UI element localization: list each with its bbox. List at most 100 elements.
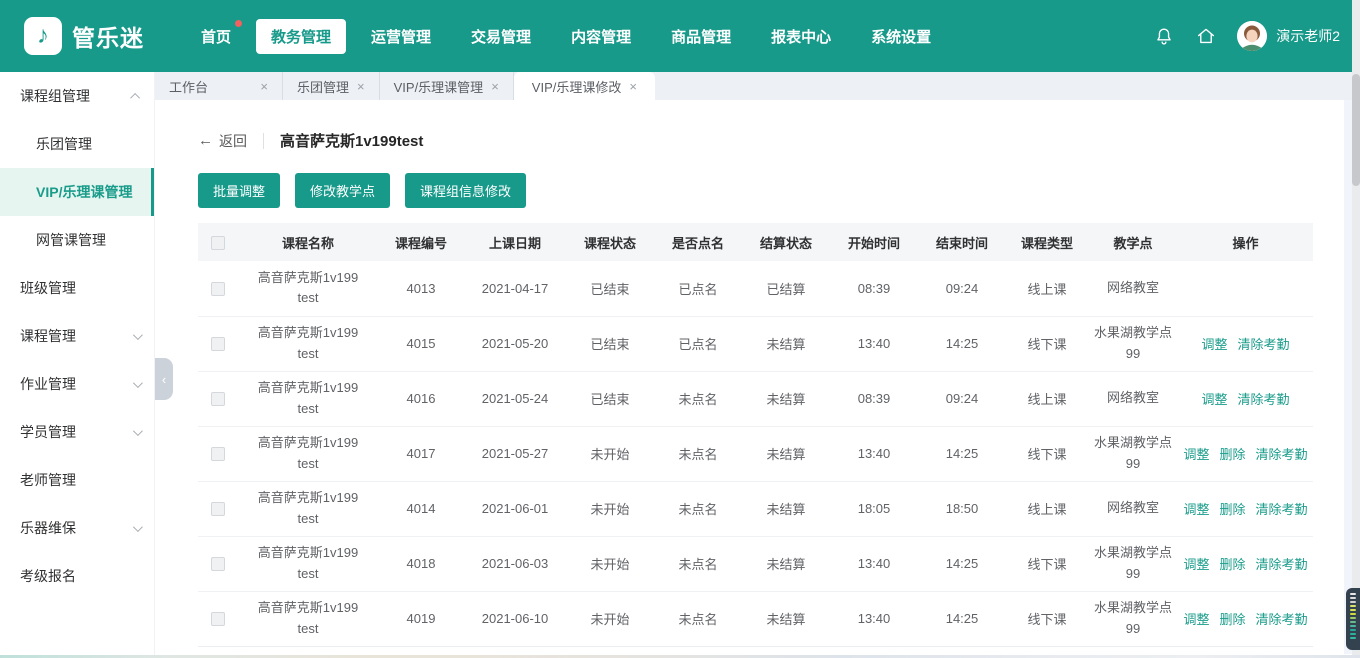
- action-clear-attendance-link[interactable]: 清除考勤: [1256, 447, 1308, 462]
- action-adjust-link[interactable]: 调整: [1183, 447, 1209, 462]
- cell-settlement: 未结算: [742, 536, 830, 592]
- row-checkbox[interactable]: [211, 447, 225, 462]
- nav-item-label: 首页: [201, 28, 232, 46]
- action-adjust-link[interactable]: 调整: [1183, 557, 1209, 572]
- nav-item-reports[interactable]: 报表中心: [756, 19, 846, 54]
- sidebar-item-instrument-maintenance[interactable]: 乐器维保: [0, 504, 154, 552]
- edit-course-group-info-button[interactable]: 课程组信息修改: [405, 173, 527, 208]
- main-content: 返回 高音萨克斯1v199test 批量调整 修改教学点 课程组信息修改 课程名…: [155, 100, 1360, 658]
- cell-course-status: 已结束: [566, 261, 654, 317]
- cell-attendance: 未点名: [654, 536, 742, 592]
- tab-orchestra[interactable]: 乐团管理: [283, 72, 380, 100]
- nav-item-content[interactable]: 内容管理: [556, 19, 646, 54]
- action-clear-attendance-link[interactable]: 清除考勤: [1256, 612, 1308, 627]
- close-icon[interactable]: [357, 79, 365, 94]
- tab-vip-theory-edit[interactable]: VIP/乐理课修改: [513, 72, 655, 100]
- col-course-code: 课程编号: [378, 223, 464, 261]
- row-checkbox[interactable]: [211, 282, 225, 297]
- cell-end-time: 14:25: [918, 426, 1006, 482]
- col-class-date: 上课日期: [464, 223, 566, 261]
- sidebar-collapse-handle[interactable]: ‹: [155, 358, 173, 400]
- cell-course-name: 高音萨克斯1v199test: [257, 600, 359, 636]
- sidebar-item-courses[interactable]: 课程管理: [0, 312, 154, 360]
- col-course-status: 课程状态: [566, 223, 654, 261]
- cell-course-code: 4014: [378, 481, 464, 537]
- nav-item-operations[interactable]: 运营管理: [356, 19, 446, 54]
- cell-course-code: 4019: [378, 591, 464, 647]
- sidebar-item-homework[interactable]: 作业管理: [0, 360, 154, 408]
- tab-vip-theory[interactable]: VIP/乐理课管理: [380, 72, 514, 100]
- sidebar-item-exam-signup[interactable]: 考级报名: [0, 552, 154, 600]
- cell-start-time: 13:40: [830, 536, 918, 592]
- nav-item-products[interactable]: 商品管理: [656, 19, 746, 54]
- col-settlement: 结算状态: [742, 223, 830, 261]
- action-clear-attendance-link[interactable]: 清除考勤: [1256, 502, 1308, 517]
- user-menu[interactable]: 演示老师2: [1237, 21, 1340, 51]
- row-checkbox[interactable]: [211, 557, 225, 572]
- home-icon[interactable]: [1195, 25, 1217, 47]
- close-icon[interactable]: [629, 79, 637, 94]
- close-icon[interactable]: [491, 79, 499, 94]
- action-delete-link[interactable]: 删除: [1219, 557, 1245, 572]
- edit-teaching-point-button[interactable]: 修改教学点: [295, 173, 391, 208]
- nav-item-settings[interactable]: 系统设置: [856, 19, 946, 54]
- sidebar-item-teachers[interactable]: 老师管理: [0, 456, 154, 504]
- action-delete-link[interactable]: 删除: [1219, 612, 1245, 627]
- nav-item-home[interactable]: 首页: [186, 19, 246, 54]
- cell-course-status: 未开始: [566, 536, 654, 592]
- row-checkbox[interactable]: [211, 502, 225, 517]
- action-adjust-link[interactable]: 调整: [1201, 392, 1227, 407]
- page-title: 高音萨克斯1v199test: [280, 133, 424, 150]
- back-label: 返回: [219, 132, 247, 149]
- page-scrollbar-thumb[interactable]: [1352, 74, 1360, 186]
- sidebar: 课程组管理 乐团管理 VIP/乐理课管理 网管课管理 班级管理 课程管理 作业管…: [0, 72, 155, 658]
- row-checkbox[interactable]: [211, 392, 225, 407]
- cell-course-status: 未开始: [566, 591, 654, 647]
- action-delete-link[interactable]: 删除: [1219, 447, 1245, 462]
- action-clear-attendance-link[interactable]: 清除考勤: [1238, 392, 1290, 407]
- cell-end-time: 18:50: [918, 481, 1006, 537]
- tab-workbench[interactable]: 工作台: [155, 72, 283, 100]
- cell-course-type: 线下课: [1006, 426, 1088, 482]
- col-attendance: 是否点名: [654, 223, 742, 261]
- col-course-name: 课程名称: [238, 223, 378, 261]
- cell-end-time: 14:25: [918, 536, 1006, 592]
- action-adjust-link[interactable]: 调整: [1183, 612, 1209, 627]
- cell-course-type: 线下课: [1006, 316, 1088, 372]
- nav-item-transactions[interactable]: 交易管理: [456, 19, 546, 54]
- row-checkbox[interactable]: [211, 337, 225, 352]
- select-all-checkbox[interactable]: [211, 235, 225, 250]
- action-adjust-link[interactable]: 调整: [1183, 502, 1209, 517]
- action-clear-attendance-link[interactable]: 清除考勤: [1238, 337, 1290, 352]
- sidebar-item-students[interactable]: 学员管理: [0, 408, 154, 456]
- cell-attendance: 已点名: [654, 261, 742, 317]
- nav-item-academic[interactable]: 教务管理: [256, 18, 347, 54]
- sidebar-item-course-groups[interactable]: 课程组管理: [0, 72, 154, 120]
- sidebar-item-classes[interactable]: 班级管理: [0, 264, 154, 312]
- action-clear-attendance-link[interactable]: 清除考勤: [1256, 557, 1308, 572]
- action-adjust-link[interactable]: 调整: [1201, 337, 1227, 352]
- cell-class-date: 2021-05-27: [464, 426, 566, 482]
- cell-course-code: 4018: [378, 536, 464, 592]
- sidebar-item-online-admin[interactable]: 网管课管理: [0, 216, 154, 264]
- content-scrollbar-track[interactable]: [1344, 100, 1352, 654]
- music-note-icon: ♪: [24, 17, 62, 55]
- sidebar-item-vip-theory[interactable]: VIP/乐理课管理: [0, 168, 154, 216]
- batch-adjust-button[interactable]: 批量调整: [198, 173, 281, 208]
- col-start-time: 开始时间: [830, 223, 918, 261]
- col-actions: 操作: [1178, 223, 1313, 261]
- bell-icon[interactable]: [1153, 25, 1175, 47]
- close-icon[interactable]: [260, 79, 268, 94]
- app-logo[interactable]: ♪ 管乐迷: [24, 17, 144, 55]
- cell-course-code: 4015: [378, 316, 464, 372]
- sidebar-item-label: 课程管理: [20, 328, 76, 344]
- cell-attendance: 未点名: [654, 591, 742, 647]
- action-delete-link[interactable]: 删除: [1219, 502, 1245, 517]
- cell-course-code: 4013: [378, 261, 464, 317]
- cell-course-name: 高音萨克斯1v199test: [257, 325, 359, 361]
- row-checkbox[interactable]: [211, 612, 225, 627]
- cell-course-type: 线上课: [1006, 371, 1088, 427]
- sidebar-item-orchestra[interactable]: 乐团管理: [0, 120, 154, 168]
- main-menu: 首页 教务管理 运营管理 交易管理 内容管理 商品管理 报表中心 系统设置: [186, 18, 946, 54]
- back-button[interactable]: 返回: [198, 131, 247, 151]
